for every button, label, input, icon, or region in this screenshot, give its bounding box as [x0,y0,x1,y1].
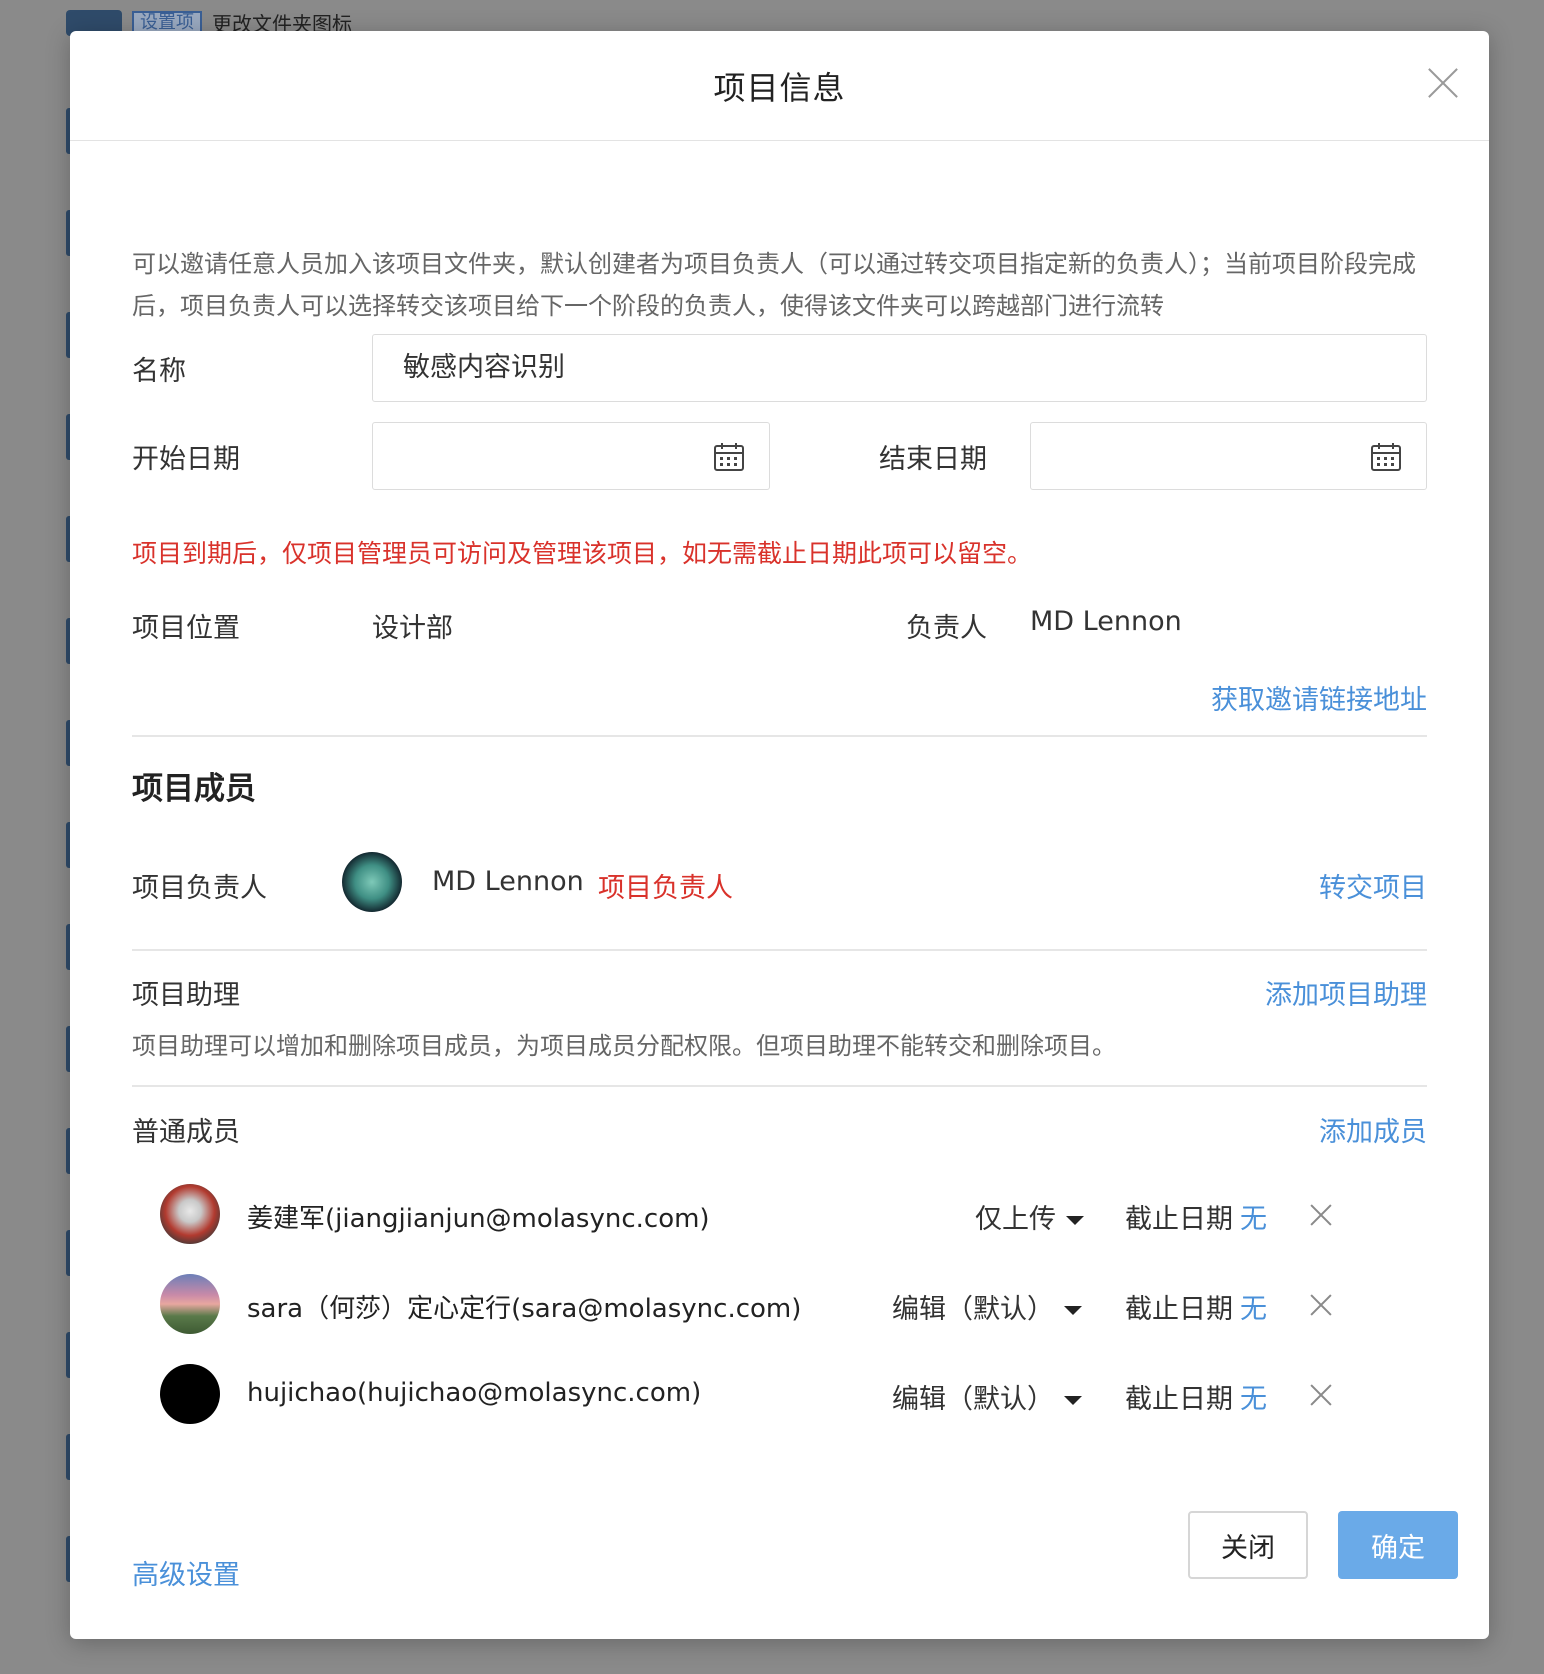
divider [132,1085,1427,1087]
member-name: sara（何莎）定心定行(sara@molasync.com) [247,1294,802,1324]
name-input-value: 敏感内容识别 [403,352,565,383]
caret-down-icon [1064,1396,1082,1405]
owner-role-badge: 项目负责人 [598,873,733,904]
confirm-button-label: 确定 [1371,1532,1425,1564]
remove-member-icon[interactable] [1309,1203,1333,1227]
permission-value: 编辑（默认） [892,1294,1054,1325]
end-date-label: 结束日期 [879,444,987,475]
name-input[interactable]: 敏感内容识别 [372,334,1427,402]
owner-value: MD Lennon [1030,606,1182,637]
expiry-warning: 项目到期后，仅项目管理员可访问及管理该项目，如无需截止日期此项可以留空。 [132,539,1033,568]
caret-down-icon [1066,1216,1084,1225]
end-date-input[interactable] [1030,422,1427,490]
advanced-settings-link[interactable]: 高级设置 [132,1553,240,1592]
avatar [160,1184,220,1244]
assistant-note: 项目助理可以增加和删除项目成员，为项目成员分配权限。但项目助理不能转交和删除项目… [132,1032,1116,1060]
add-member-link[interactable]: 添加成员 [1319,1110,1427,1149]
remove-member-icon[interactable] [1309,1383,1333,1407]
project-info-dialog: 项目信息 可以邀请任意人员加入该项目文件夹，默认创建者为项目负责人（可以通过转交… [70,31,1489,1639]
divider [132,735,1427,737]
due-date-label: 截止日期 [1125,1384,1233,1415]
remove-member-icon[interactable] [1309,1293,1333,1317]
close-button[interactable]: 关闭 [1188,1511,1308,1579]
caret-down-icon [1064,1306,1082,1315]
divider [132,949,1427,951]
permission-value: 编辑（默认） [892,1384,1054,1415]
permission-value: 仅上传 [975,1204,1056,1235]
close-button-label: 关闭 [1221,1532,1275,1564]
location-value: 设计部 [372,613,453,644]
avatar [342,852,402,912]
start-date-label: 开始日期 [132,444,240,475]
due-date-value[interactable]: 无 [1240,1197,1267,1236]
add-assistant-link[interactable]: 添加项目助理 [1265,973,1427,1012]
member-name: 姜建军(jiangjianjun@molasync.com) [247,1204,710,1234]
start-date-input[interactable] [372,422,770,490]
name-label: 名称 [132,356,186,387]
regular-members-label: 普通成员 [132,1117,240,1148]
permission-dropdown[interactable]: 仅上传 [975,1197,1084,1236]
due-date-label: 截止日期 [1125,1204,1233,1235]
dialog-title: 项目信息 [713,68,846,107]
permission-dropdown[interactable]: 编辑（默认） [892,1377,1082,1416]
owner-label: 负责人 [906,613,987,644]
due-date-value[interactable]: 无 [1240,1287,1267,1326]
owner-name: MD Lennon [432,866,584,897]
assistant-label: 项目助理 [132,980,240,1011]
calendar-icon[interactable] [1370,441,1402,473]
members-section-title: 项目成员 [132,771,256,807]
due-date-label: 截止日期 [1125,1294,1233,1325]
avatar [160,1274,220,1334]
invite-link[interactable]: 获取邀请链接地址 [1211,678,1427,717]
calendar-icon[interactable] [713,441,745,473]
member-name: hujichao(hujichao@molasync.com) [247,1378,702,1408]
avatar [160,1364,220,1424]
due-date-value[interactable]: 无 [1240,1377,1267,1416]
transfer-project-link[interactable]: 转交项目 [1319,866,1427,905]
owner-row-label: 项目负责人 [132,873,267,904]
confirm-button[interactable]: 确定 [1338,1511,1458,1579]
dialog-header: 项目信息 [70,31,1489,141]
intro-text: 可以邀请任意人员加入该项目文件夹，默认创建者为项目负责人（可以通过转交项目指定新… [132,250,1416,320]
location-label: 项目位置 [132,613,240,644]
close-icon[interactable] [1427,67,1459,99]
permission-dropdown[interactable]: 编辑（默认） [892,1287,1082,1326]
